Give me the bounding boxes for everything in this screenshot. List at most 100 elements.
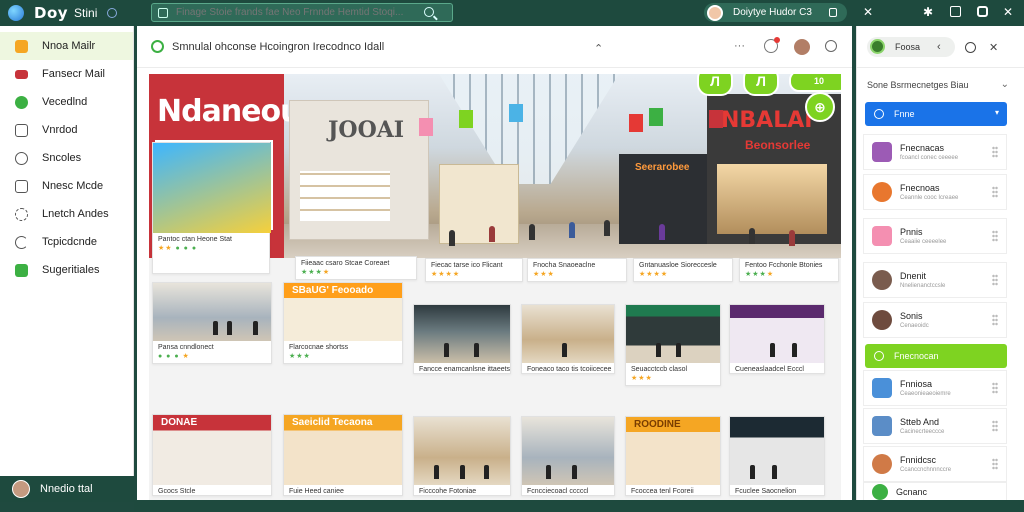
settings-icon	[15, 207, 28, 221]
help-icon[interactable]	[965, 42, 976, 53]
check-icon	[15, 95, 28, 109]
card-caption: Gcocs Stcle	[158, 488, 196, 495]
store-card[interactable]: Fancce enamcanlsne ittaeets	[413, 304, 511, 374]
drag-handle-icon[interactable]	[992, 420, 998, 432]
card-caption: Fnocha Snaoeaclne	[533, 262, 596, 269]
mail-icon	[15, 69, 28, 79]
right-panel: Foosa ‹ ✕ Sone Bsrmecnetges Biau ⌄ Fnne …	[856, 26, 1024, 502]
notification-icon[interactable]	[764, 37, 780, 53]
gift-icon	[872, 226, 892, 246]
gear-icon[interactable]: ✱	[922, 6, 934, 18]
store-card[interactable]: ROODINE Fcoccea tenl Fcoreii	[625, 416, 721, 496]
shield-icon[interactable]	[829, 8, 837, 17]
sidebar-item-6[interactable]: Lnetch Andes	[0, 200, 133, 228]
list-item[interactable]: Fnecnacas fcoancl conec ceeeee	[863, 134, 1007, 170]
window-icon[interactable]	[950, 6, 961, 17]
shopper	[449, 230, 455, 246]
refresh-icon[interactable]	[151, 40, 164, 53]
pin-icon[interactable]: ⌃	[594, 42, 603, 55]
list-item[interactable]: Stteb And Cacinecrteeccce	[863, 408, 1007, 444]
sidebar-item-4[interactable]: Sncoles	[0, 144, 133, 172]
shopper	[569, 222, 575, 238]
card-caption: Ficccohe Fotoniae	[419, 488, 477, 495]
chevron-left-icon[interactable]: ‹	[937, 41, 941, 53]
store-card[interactable]: Seuacctccb clasol ★★★	[625, 304, 721, 386]
store-card[interactable]: SBaUG' Feooado Flarcocnae shortss ★★★	[283, 282, 403, 364]
status-bar	[134, 500, 1024, 512]
drag-handle-icon[interactable]	[992, 274, 998, 286]
banner	[419, 118, 433, 136]
hero-action-button-3[interactable]: ⊕	[805, 92, 835, 122]
search-input[interactable]	[176, 7, 426, 18]
primary-filter-button[interactable]: Fnne ▾	[865, 102, 1007, 126]
list-item[interactable]: Fnecnoas Ceannle cooc Icreaee	[863, 174, 1007, 210]
store-card[interactable]: Saeiclid Tecaona Fuie Heed caniee	[283, 414, 403, 496]
brand-name: Doy	[34, 4, 69, 22]
drag-handle-icon[interactable]	[992, 314, 998, 326]
search-bar[interactable]	[151, 3, 453, 22]
list-item[interactable]: Gcnanc	[863, 482, 1007, 502]
store-card[interactable]: Foneaco taco tis tcoiicecee	[521, 304, 615, 374]
profile-chip[interactable]: Foosa	[867, 36, 955, 57]
avatar[interactable]	[794, 39, 810, 55]
store-card[interactable]: Fiecac tarse ico Flicant ★★★★	[425, 258, 523, 282]
sidebar-item-1[interactable]: Fansecr Mail	[0, 60, 133, 88]
category-select[interactable]: Sone Bsrmecnetges Biau ⌄	[867, 76, 1013, 94]
store-card[interactable]: Cueneaslaadcel Ecccl	[729, 304, 825, 374]
store-card[interactable]: Gntanuasloe Sioreccesle ★★★★	[633, 258, 733, 282]
card-caption: Flarcocnae shortss	[289, 344, 349, 351]
card-caption: Pansa cnndlonect	[158, 344, 214, 351]
sidebar-item-2[interactable]: Vecedlnd	[0, 88, 133, 116]
hero-action-button-2[interactable]: Л	[743, 74, 779, 96]
featured-card[interactable]: Pantoc ctan Heone Stat ★★ ● ● ●	[152, 142, 271, 274]
user-menu[interactable]: Doiytye Hudor C3	[704, 3, 847, 22]
list-item[interactable]: Sonis Cenaeoidc	[863, 302, 1007, 338]
banner	[649, 108, 663, 126]
drag-handle-icon[interactable]	[992, 382, 998, 394]
list-item[interactable]: Pnnis Ceaaiie ceeeelee	[863, 218, 1007, 254]
close-icon[interactable]: ✕	[989, 41, 998, 54]
store-card[interactable]: Pansa cnndlonect ● ● ● ★	[152, 282, 272, 364]
store-card[interactable]: Fentoo Fcchonle Btonies ★★★★	[739, 258, 839, 282]
close-icon[interactable]: ✕	[862, 6, 874, 18]
store-card[interactable]: Fnocha Snaoeaclne ★★★	[527, 258, 627, 282]
list-item[interactable]: Fnnidcsc Ccanccnchnnnccre	[863, 446, 1007, 482]
store-card[interactable]: Fiieaac csaro Stcae Coreaet ★★★★	[295, 256, 417, 280]
store-card-image	[153, 283, 271, 341]
hero-badge[interactable]: 10	[789, 74, 841, 92]
sidebar-item-8[interactable]: Sugeritiales	[0, 256, 133, 284]
store-card-image	[522, 305, 614, 363]
card-caption: Fancce enamcanlsne ittaeets	[419, 366, 510, 373]
store-card[interactable]: Fcncciecoacl cccccl	[521, 416, 615, 496]
maximize-icon[interactable]	[977, 6, 988, 17]
category-select-value: Sone Bsrmecnetges Biau	[867, 80, 969, 90]
switcher-icon[interactable]	[107, 8, 118, 18]
green-filter-button[interactable]: Fnecnocan	[865, 344, 1007, 368]
store-card[interactable]: Fcuclee Saocnelion	[729, 416, 825, 496]
store-card[interactable]: Ficccohe Fotoniae	[413, 416, 511, 496]
sidebar-item-7[interactable]: Tcpicdcnde	[0, 228, 133, 256]
shopper	[604, 220, 610, 236]
store-card-image	[414, 305, 510, 363]
person-icon	[872, 454, 892, 474]
banner	[459, 110, 473, 128]
list-item[interactable]: Fnniosa Ceaeonieaeoiemre	[863, 370, 1007, 406]
list-item[interactable]: Dnenit Nnelienanctccsle	[863, 262, 1007, 298]
hero-action-button-1[interactable]: Л	[697, 74, 733, 96]
close-window-icon[interactable]: ✕	[1002, 6, 1014, 18]
help-icon[interactable]	[825, 40, 837, 52]
more-icon[interactable]: ···	[734, 40, 745, 52]
drag-handle-icon[interactable]	[992, 458, 998, 470]
store-sign-right: NBALAI	[721, 108, 813, 133]
store-card[interactable]: DONAE Gcocs Stcle	[152, 414, 272, 496]
sidebar-user[interactable]: Nnedio ttal	[0, 476, 134, 502]
sidebar-item-0[interactable]: Nnoa Mailr	[0, 32, 133, 60]
sidebar-item-3[interactable]: Vnrdod	[0, 116, 133, 144]
drag-handle-icon[interactable]	[992, 186, 998, 198]
drag-handle-icon[interactable]	[992, 146, 998, 158]
shop-icon	[872, 378, 892, 398]
search-icon[interactable]	[424, 7, 434, 17]
sidebar-item-5[interactable]: Nnesc Mcde	[0, 172, 133, 200]
drag-handle-icon[interactable]	[992, 230, 998, 242]
app-logo-icon[interactable]	[8, 5, 24, 21]
